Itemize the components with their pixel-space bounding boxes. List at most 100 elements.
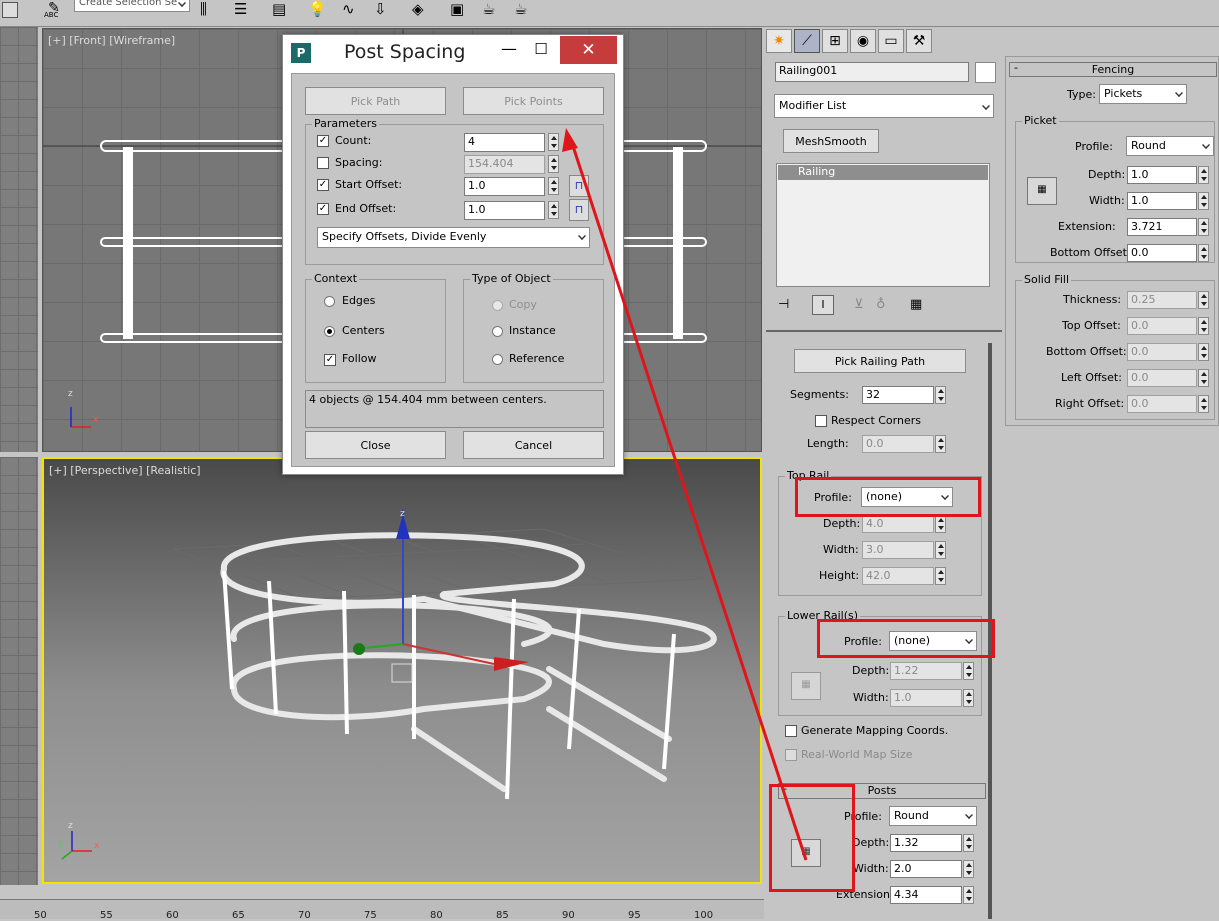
lower-rail-width-field[interactable]: 1.0 <box>890 689 962 707</box>
layer-icon[interactable]: ▤ <box>272 0 298 20</box>
start-offset-lock-icon[interactable]: ⊓ <box>569 175 589 197</box>
length-field[interactable]: 0.0 <box>862 435 934 453</box>
show-end-result-icon[interactable]: Ⅰ <box>812 295 834 315</box>
make-unique-icon[interactable]: ⊻ <box>854 297 864 312</box>
start-offset-spinner[interactable] <box>548 177 559 195</box>
pick-points-button[interactable]: Pick Points <box>463 87 604 115</box>
top-rail-depth-field[interactable]: 4.0 <box>862 515 934 533</box>
schematic-icon[interactable]: ⇩ <box>374 0 400 20</box>
top-rail-height-spinner[interactable] <box>935 567 946 585</box>
picket-bottom-offset-field[interactable]: 0.0 <box>1127 244 1197 262</box>
segments-field[interactable]: 32 <box>862 386 934 404</box>
dialog-title-bar[interactable]: P Post Spacing — ☐ ✕ <box>283 35 623 67</box>
spacing-spinner[interactable] <box>548 155 559 173</box>
edges-radio[interactable] <box>324 296 335 307</box>
pick-path-button[interactable]: Pick Path <box>305 87 446 115</box>
mirror-icon[interactable]: ⫼ <box>200 0 226 20</box>
posts-depth-field[interactable]: 1.32 <box>890 834 962 852</box>
spacing-checkbox[interactable] <box>317 157 329 169</box>
picket-depth-spinner[interactable] <box>1198 166 1209 184</box>
picket-depth-field[interactable]: 1.0 <box>1127 166 1197 184</box>
posts-depth-spinner[interactable] <box>963 834 974 852</box>
thickness-field[interactable]: 0.25 <box>1127 291 1197 309</box>
copy-radio[interactable] <box>492 300 503 311</box>
posts-extension-field[interactable]: 4.34 <box>890 886 962 904</box>
picket-width-field[interactable]: 1.0 <box>1127 192 1197 210</box>
segments-spinner[interactable] <box>935 386 946 404</box>
reference-radio[interactable] <box>492 354 503 365</box>
picket-extension-spinner[interactable] <box>1198 218 1209 236</box>
close-icon[interactable]: ✕ <box>560 36 617 64</box>
align-icon[interactable]: ☰ <box>234 0 260 20</box>
front-viewport-label[interactable]: [+] [Front] [Wireframe] <box>48 34 175 47</box>
timeline-ruler[interactable]: 50 55 60 65 70 75 80 85 90 95 100 <box>0 899 770 921</box>
generate-mapping-checkbox[interactable] <box>785 725 797 737</box>
start-offset-checkbox[interactable]: ✓ <box>317 179 329 191</box>
picket-bottom-offset-spinner[interactable] <box>1198 244 1209 262</box>
configure-sets-icon[interactable]: ▦ <box>910 297 922 312</box>
modifier-list-dropdown[interactable]: Modifier List <box>774 94 994 118</box>
modify-tab-icon[interactable]: ⟋ <box>794 29 820 53</box>
start-offset-field[interactable]: 1.0 <box>464 177 545 196</box>
maximize-icon[interactable]: ☐ <box>527 37 555 61</box>
pin-stack-icon[interactable]: ⊣ <box>778 297 789 312</box>
fencing-type-dropdown[interactable]: Pickets <box>1099 84 1187 104</box>
follow-checkbox[interactable]: ✓ <box>324 354 336 366</box>
cancel-button[interactable]: Cancel <box>463 431 604 459</box>
spacing-field[interactable]: 154.404 <box>464 155 545 174</box>
right-offset-field[interactable]: 0.0 <box>1127 395 1197 413</box>
instance-radio[interactable] <box>492 326 503 337</box>
stack-item-railing[interactable]: Railing <box>778 165 988 180</box>
top-rail-width-field[interactable]: 3.0 <box>862 541 934 559</box>
left-offset-spinner[interactable] <box>1198 369 1209 387</box>
solid-bottom-offset-field[interactable]: 0.0 <box>1127 343 1197 361</box>
perspective-viewport-label[interactable]: [+] [Perspective] [Realistic] <box>49 464 201 477</box>
fencing-rollout-header[interactable]: - Fencing <box>1009 61 1217 77</box>
perspective-viewport[interactable]: [+] [Perspective] [Realistic] z z x y <box>42 457 762 884</box>
top-rail-width-spinner[interactable] <box>935 541 946 559</box>
left-offset-field[interactable]: 0.0 <box>1127 369 1197 387</box>
create-tab-icon[interactable]: ✷ <box>766 29 792 53</box>
picket-width-spinner[interactable] <box>1198 192 1209 210</box>
end-offset-field[interactable]: 1.0 <box>464 201 545 220</box>
picket-profile-dropdown[interactable]: Round <box>1126 136 1214 156</box>
spacing-mode-dropdown[interactable]: Specify Offsets, Divide Evenly <box>317 227 590 248</box>
lower-rail-width-spinner[interactable] <box>963 689 974 707</box>
light-icon[interactable]: 💡 <box>308 0 334 20</box>
motion-tab-icon[interactable]: ◉ <box>850 29 876 53</box>
end-offset-spinner[interactable] <box>548 201 559 219</box>
utilities-tab-icon[interactable]: ⚒ <box>906 29 932 53</box>
curve-editor-icon[interactable]: ∿ <box>342 0 368 20</box>
lower-rail-depth-spinner[interactable] <box>963 662 974 680</box>
end-offset-checkbox[interactable]: ✓ <box>317 203 329 215</box>
top-offset-field[interactable]: 0.0 <box>1127 317 1197 335</box>
picket-spacing-button[interactable]: ▦ <box>1027 177 1057 205</box>
count-checkbox[interactable]: ✓ <box>317 135 329 147</box>
respect-corners-checkbox[interactable] <box>815 415 827 427</box>
object-color-swatch[interactable] <box>975 62 996 83</box>
meshsmooth-button[interactable]: MeshSmooth <box>783 129 879 153</box>
object-name-field[interactable]: Railing001 <box>775 62 969 82</box>
posts-width-field[interactable]: 2.0 <box>890 860 962 878</box>
picket-extension-field[interactable]: 3.721 <box>1127 218 1197 236</box>
end-offset-lock-icon[interactable]: ⊓ <box>569 199 589 221</box>
display-tab-icon[interactable]: ▭ <box>878 29 904 53</box>
material-editor-icon[interactable]: ◈ <box>412 0 438 20</box>
length-spinner[interactable] <box>935 435 946 453</box>
render-frame-icon[interactable]: ☕ <box>482 0 508 20</box>
posts-extension-spinner[interactable] <box>963 886 974 904</box>
solid-bottom-offset-spinner[interactable] <box>1198 343 1209 361</box>
count-field[interactable]: 4 <box>464 133 545 152</box>
top-rail-height-field[interactable]: 42.0 <box>862 567 934 585</box>
hierarchy-tab-icon[interactable]: ⊞ <box>822 29 848 53</box>
posts-width-spinner[interactable] <box>963 860 974 878</box>
posts-profile-dropdown[interactable]: Round <box>889 806 977 826</box>
render-icon[interactable]: ☕ <box>514 0 540 20</box>
thickness-spinner[interactable] <box>1198 291 1209 309</box>
lower-rail-depth-field[interactable]: 1.22 <box>890 662 962 680</box>
minimize-icon[interactable]: — <box>495 37 523 61</box>
right-offset-spinner[interactable] <box>1198 395 1209 413</box>
top-rail-depth-spinner[interactable] <box>935 515 946 533</box>
count-spinner[interactable] <box>548 133 559 151</box>
lower-rail-spacing-button[interactable]: ▦ <box>791 672 821 700</box>
